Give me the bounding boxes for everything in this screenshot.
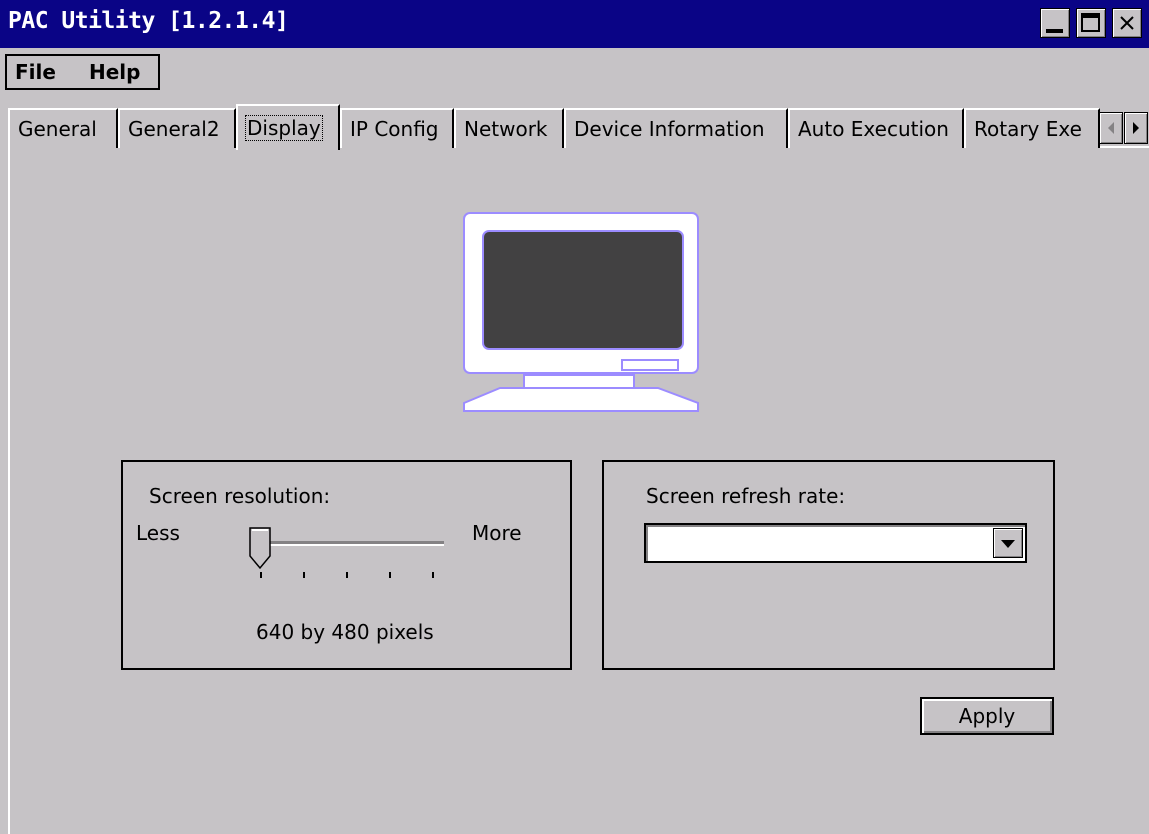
tab-general2[interactable]: General2 xyxy=(118,108,236,148)
slider-tick xyxy=(260,572,262,578)
resolution-slider[interactable] xyxy=(240,524,452,584)
maximize-button[interactable] xyxy=(1076,8,1106,38)
slider-thumb[interactable] xyxy=(249,527,271,570)
tab-general[interactable]: General xyxy=(8,108,118,148)
tab-scroll-right-button[interactable] xyxy=(1124,112,1148,144)
slider-tick xyxy=(346,572,348,578)
close-button[interactable] xyxy=(1112,8,1142,38)
tab-scroll-right-icon xyxy=(1133,122,1139,134)
window-title: PAC Utility [1.2.1.4] xyxy=(8,8,289,34)
dropdown-arrow-icon xyxy=(1001,540,1015,548)
slider-tick xyxy=(432,572,434,578)
title-bar: PAC Utility [1.2.1.4] xyxy=(0,0,1149,48)
tab-network[interactable]: Network xyxy=(454,108,564,148)
monitor-icon xyxy=(463,212,699,412)
maximize-icon xyxy=(1081,13,1100,32)
minimize-button[interactable] xyxy=(1040,8,1070,38)
minimize-icon xyxy=(1046,29,1063,33)
menu-help[interactable]: Help xyxy=(89,60,140,84)
resolution-value: 640 by 480 pixels xyxy=(256,620,434,644)
tab-device-information[interactable]: Device Information xyxy=(564,108,788,148)
tab-auto-execution[interactable]: Auto Execution xyxy=(788,108,964,148)
menu-file[interactable]: File xyxy=(15,60,56,84)
tab-strip: General General2 Display IP Config Netwo… xyxy=(8,104,1149,150)
refresh-rate-select[interactable] xyxy=(644,523,1027,563)
slider-tick xyxy=(303,572,305,578)
tab-rotary-execution[interactable]: Rotary Exe xyxy=(964,108,1100,148)
menu-bar xyxy=(0,48,1149,94)
tab-scroll-left-button[interactable] xyxy=(1099,112,1123,144)
refresh-rate-dropdown-button[interactable] xyxy=(993,528,1023,558)
resolution-label: Screen resolution: xyxy=(149,484,331,508)
close-icon xyxy=(1120,16,1134,30)
tab-display[interactable]: Display xyxy=(236,104,340,150)
menu-strip: File Help xyxy=(5,54,160,90)
tab-ip-config[interactable]: IP Config xyxy=(340,108,454,148)
tab-scroll-left-icon xyxy=(1108,122,1114,134)
less-label: Less xyxy=(136,521,180,545)
more-label: More xyxy=(472,521,522,545)
refresh-rate-label: Screen refresh rate: xyxy=(646,484,846,508)
slider-tick xyxy=(389,572,391,578)
apply-button[interactable]: Apply xyxy=(920,697,1054,735)
